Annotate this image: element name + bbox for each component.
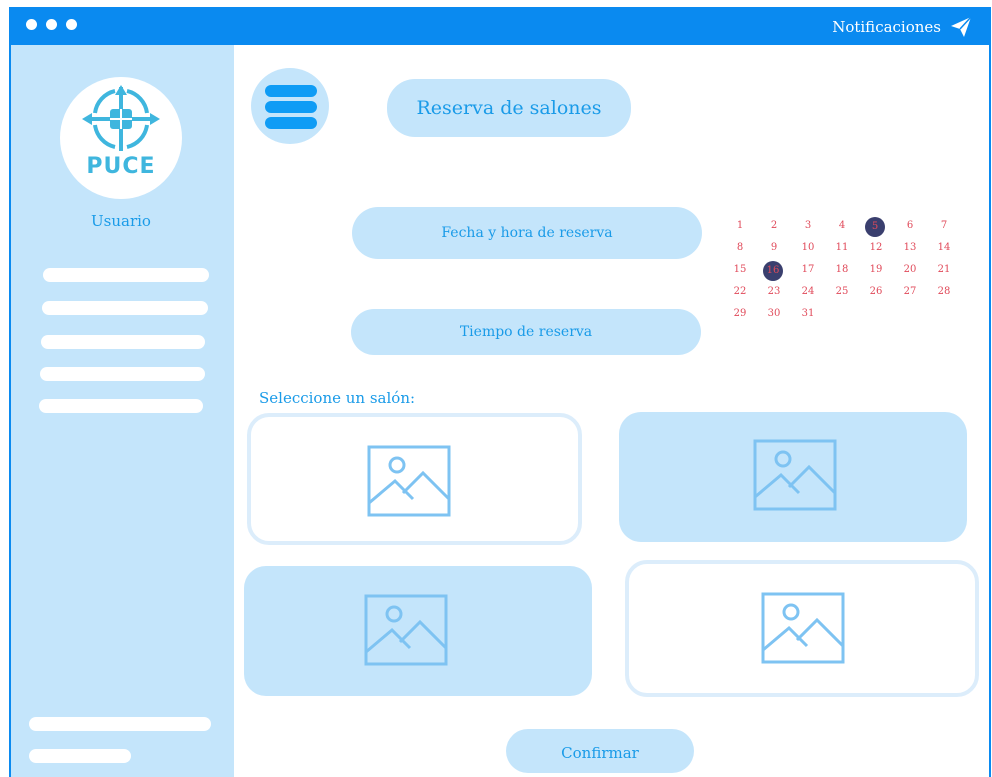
sidebar-menu-item[interactable] xyxy=(39,399,203,413)
sidebar-bottom-item[interactable] xyxy=(29,749,131,763)
calendar-day[interactable]: 26 xyxy=(865,283,887,301)
sidebar-menu-item[interactable] xyxy=(40,367,205,381)
calendar-day[interactable]: 12 xyxy=(865,239,887,257)
sidebar-menu-item[interactable] xyxy=(42,301,208,315)
calendar-day[interactable]: 14 xyxy=(933,239,955,257)
calendar-day[interactable]: 7 xyxy=(933,217,955,235)
calendar-day[interactable]: 28 xyxy=(933,283,955,301)
calendar-day[interactable]: 15 xyxy=(729,261,751,279)
menu-bar-icon xyxy=(265,101,317,113)
calendar-day[interactable]: 1 xyxy=(729,217,751,235)
calendar-day[interactable]: 6 xyxy=(899,217,921,235)
sidebar: PUCE Usuario xyxy=(11,45,234,777)
room-card[interactable] xyxy=(244,566,592,696)
calendar-day[interactable]: 27 xyxy=(899,283,921,301)
top-bar: Notificaciones xyxy=(11,7,989,45)
calendar-day[interactable]: 31 xyxy=(797,305,819,323)
calendar-day[interactable]: 17 xyxy=(797,261,819,279)
calendar-day[interactable]: 20 xyxy=(899,261,921,279)
calendar-day[interactable]: 18 xyxy=(831,261,853,279)
calendar-day[interactable]: 24 xyxy=(797,283,819,301)
calendar-day[interactable]: 2 xyxy=(763,217,785,235)
calendar-day[interactable]: 30 xyxy=(763,305,785,323)
room-card[interactable] xyxy=(619,412,967,542)
calendar-day[interactable]: 5 xyxy=(865,217,885,237)
window-dot xyxy=(26,19,37,30)
duration-field[interactable]: Tiempo de reserva xyxy=(351,309,701,355)
calendar-day[interactable]: 23 xyxy=(763,283,785,301)
calendar-day[interactable]: 9 xyxy=(763,239,785,257)
page-title: Reserva de salones xyxy=(387,79,631,137)
calendar-day[interactable]: 29 xyxy=(729,305,751,323)
user-label[interactable]: Usuario xyxy=(11,212,231,230)
hamburger-menu-button[interactable] xyxy=(251,68,329,144)
window-dot xyxy=(46,19,57,30)
calendar-day[interactable]: 8 xyxy=(729,239,751,257)
paper-plane-icon[interactable] xyxy=(949,15,973,39)
confirm-button[interactable]: Confirmar xyxy=(506,729,694,773)
calendar-day[interactable]: 22 xyxy=(729,283,751,301)
calendar-day[interactable]: 21 xyxy=(933,261,955,279)
calendar-day[interactable]: 19 xyxy=(865,261,887,279)
room-card[interactable] xyxy=(625,560,979,697)
image-placeholder-icon xyxy=(367,445,451,517)
menu-bar-icon xyxy=(265,85,317,97)
puce-logo: PUCE xyxy=(60,77,182,199)
sidebar-menu-item[interactable] xyxy=(43,268,209,282)
menu-bar-icon xyxy=(265,117,317,129)
calendar-day[interactable]: 11 xyxy=(831,239,853,257)
date-time-field[interactable]: Fecha y hora de reserva xyxy=(352,207,702,259)
calendar-day[interactable]: 25 xyxy=(831,283,853,301)
compass-cross-icon xyxy=(82,85,160,151)
window-dot xyxy=(66,19,77,30)
sidebar-bottom-item[interactable] xyxy=(29,717,211,731)
image-placeholder-icon xyxy=(364,594,448,666)
image-placeholder-icon xyxy=(753,439,837,511)
calendar-day[interactable]: 16 xyxy=(763,261,783,281)
image-placeholder-icon xyxy=(761,592,845,664)
calendar-day[interactable]: 10 xyxy=(797,239,819,257)
logo-text: PUCE xyxy=(86,154,156,179)
app-window: Notificaciones PUCE Usuario Reserva de s… xyxy=(9,7,991,777)
calendar: 1 2 3 4 5 6 7 8 9 10 11 12 13 14 15 16 17 18 19 20 21 22 23 24 2… xyxy=(729,217,969,327)
room-card[interactable] xyxy=(247,413,582,545)
sidebar-menu-item[interactable] xyxy=(41,335,205,349)
calendar-day[interactable]: 4 xyxy=(831,217,853,235)
calendar-day[interactable]: 13 xyxy=(899,239,921,257)
calendar-day[interactable]: 3 xyxy=(797,217,819,235)
notifications-link[interactable]: Notificaciones xyxy=(832,7,941,45)
rooms-section-label: Seleccione un salón: xyxy=(259,389,416,407)
